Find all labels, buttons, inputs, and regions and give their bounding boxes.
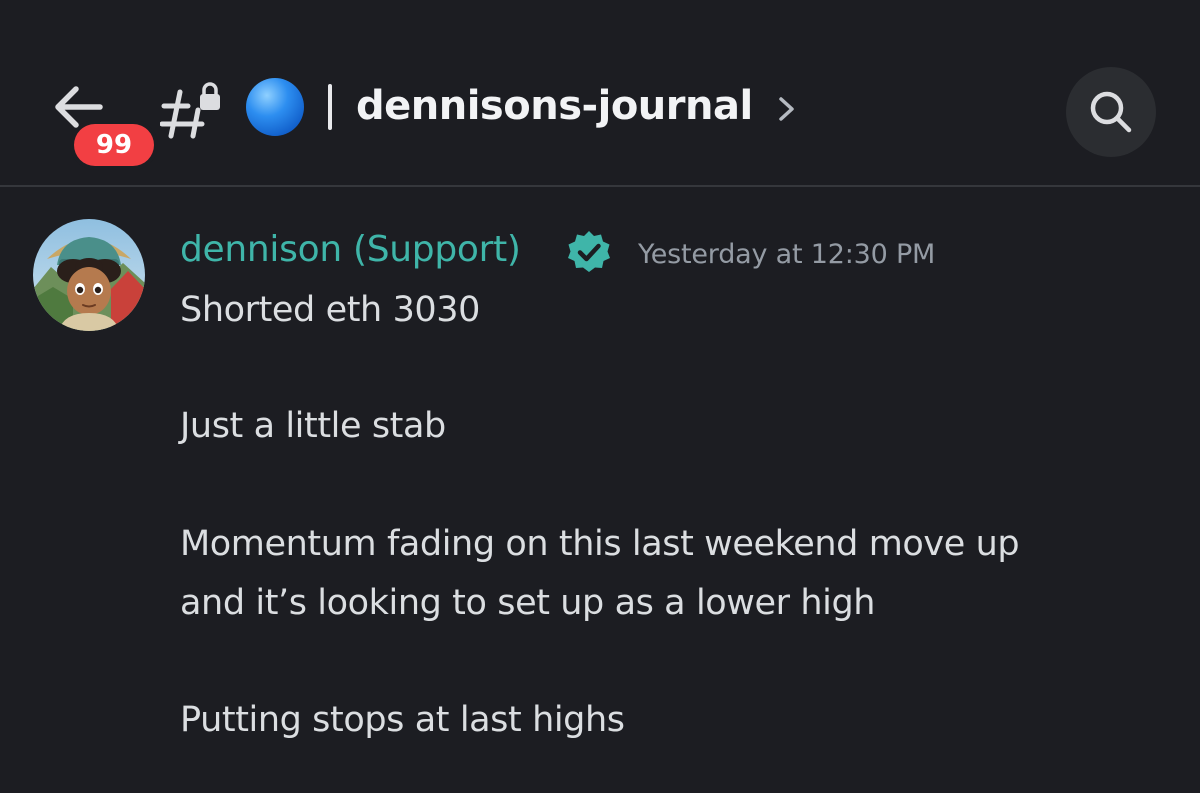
- channel-header: 99 dennisons-journal: [0, 0, 1200, 187]
- message-line: Momentum fading on this last weekend mov…: [180, 524, 1020, 564]
- message-line: Just a little stab: [180, 406, 446, 446]
- unread-badge: 99: [74, 124, 154, 166]
- title-divider: [328, 84, 332, 130]
- chat-screen: 99 dennisons-journal dennison (Support) …: [0, 0, 1200, 793]
- message-line: and it’s looking to set up as a lower hi…: [180, 583, 876, 623]
- locked-text-channel-icon: [160, 82, 220, 139]
- message-line: Putting stops at last highs: [180, 700, 625, 740]
- chevron-right-icon[interactable]: [776, 96, 798, 122]
- verified-badge-icon: [568, 231, 610, 272]
- author-name[interactable]: dennison (Support): [180, 225, 521, 275]
- message-timestamp: Yesterday at 12:30 PM: [638, 239, 936, 270]
- message: dennison (Support) Yesterday at 12:30 PM…: [0, 189, 1200, 793]
- search-button[interactable]: [1066, 67, 1156, 157]
- blue-circle-emoji: [246, 78, 304, 136]
- search-icon: [1090, 91, 1132, 133]
- avatar[interactable]: [33, 219, 145, 331]
- channel-name[interactable]: dennisons-journal: [356, 74, 753, 138]
- message-line: Shorted eth 3030: [180, 290, 481, 330]
- avatar-image: [33, 219, 145, 331]
